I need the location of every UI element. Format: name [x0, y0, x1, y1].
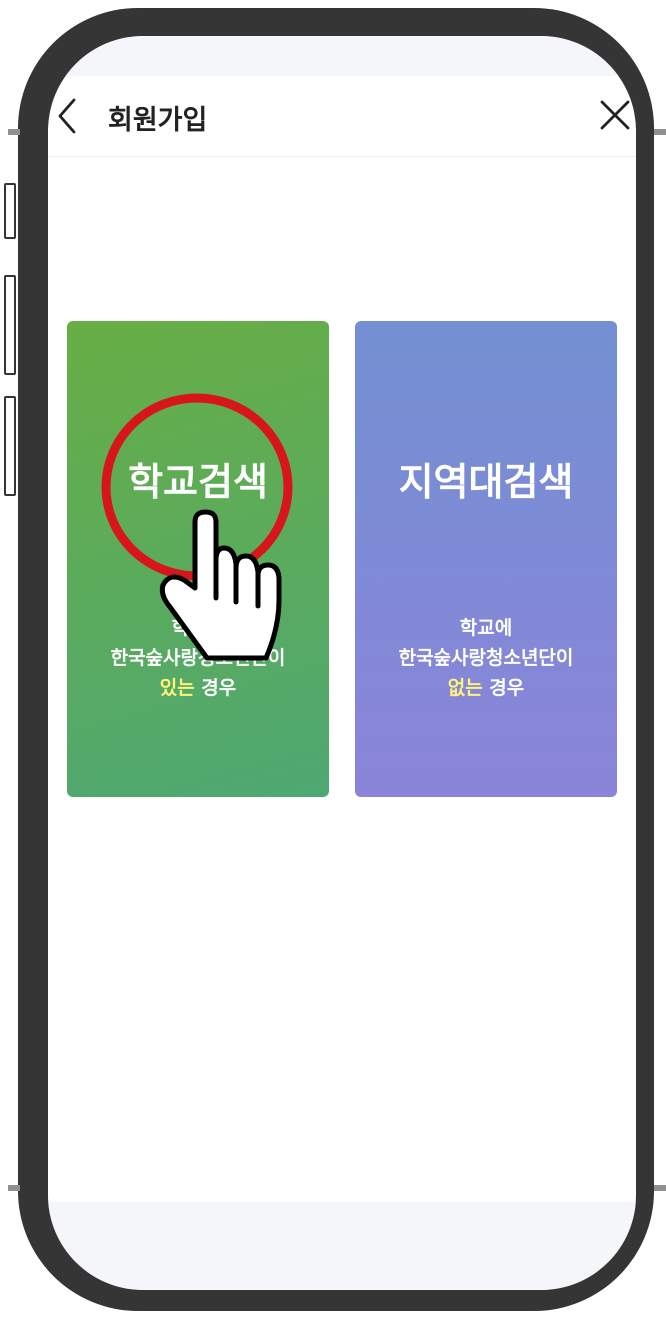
school-search-description: 학교에 한국숲사랑청소년단이 있는 경우 [67, 613, 329, 703]
description-line: 학교에 [171, 617, 225, 639]
description-line: 한국숲사랑청소년단이 [110, 647, 286, 669]
phone-edge-mark [654, 1185, 666, 1191]
highlight-text: 없는 [447, 677, 483, 699]
bottom-bar [48, 1202, 636, 1290]
phone-edge-mark [654, 129, 666, 135]
school-search-card[interactable]: 학교검색 학교에 한국숲사랑청소년단이 있는 경우 [67, 321, 329, 797]
region-search-title: 지역대검색 [398, 460, 574, 504]
description-suffix: 경우 [194, 677, 237, 699]
description-line: 없는 경우 [355, 673, 617, 703]
status-bar [48, 36, 636, 76]
school-search-title: 학교검색 [128, 460, 268, 504]
description-line: 있는 경우 [67, 673, 329, 703]
phone-edge-mark [8, 1185, 20, 1191]
phone-button [4, 183, 16, 239]
phone-edge-mark [8, 129, 20, 135]
region-search-description: 학교에 한국숲사랑청소년단이 없는 경우 [355, 613, 617, 703]
chevron-left-icon [58, 98, 76, 134]
page-title: 회원가입 [108, 105, 208, 136]
phone-screen: 회원가입 학교검색 학교에 한국숲사랑청소년단이 있는 경우 지역대검색 학교에… [48, 36, 636, 1290]
highlight-text: 있는 [159, 677, 195, 699]
description-line: 한국숲사랑청소년단이 [398, 647, 574, 669]
description-line: 학교에 [459, 617, 513, 639]
phone-button [4, 275, 16, 375]
close-button[interactable] [598, 98, 632, 132]
region-search-card[interactable]: 지역대검색 학교에 한국숲사랑청소년단이 없는 경우 [355, 321, 617, 797]
back-button[interactable] [52, 96, 82, 136]
phone-button [4, 396, 16, 496]
app-header: 회원가입 [48, 76, 636, 157]
close-icon [600, 100, 630, 130]
description-suffix: 경우 [482, 677, 525, 699]
